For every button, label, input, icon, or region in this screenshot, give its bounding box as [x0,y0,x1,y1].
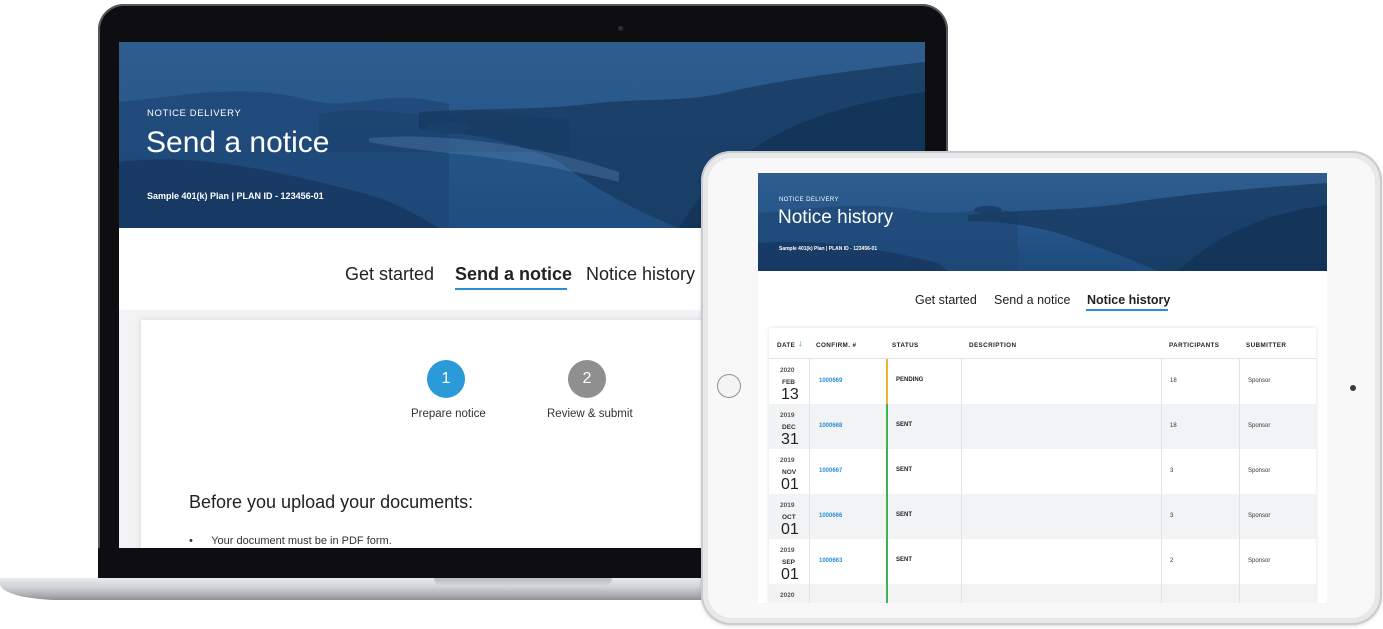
row-month: SEP [782,559,796,566]
tab-get-started[interactable]: Get started [345,264,434,285]
table-row[interactable]: 2020 FEB 13 1000669 PENDING 18 Sponsor [769,359,1316,404]
notice-history-table: DATE ↓ CONFIRM. # STATUS DESCRIPTION PAR… [769,328,1316,603]
plan-info: Sample 401(k) Plan | PLAN ID - 123456-01 [147,191,324,201]
tab-notice-history[interactable]: Notice history [1087,293,1170,307]
column-divider [961,358,962,603]
status-label: SENT [896,467,913,473]
column-divider [809,358,810,603]
row-day: 13 [781,386,799,403]
confirm-link[interactable]: 1000669 [819,378,842,384]
table-row[interactable]: 2020Sponsor [769,584,1316,603]
status-label: PENDING [896,377,924,383]
hero-eyebrow: NOTICE DELIVERY [779,197,839,203]
row-day: 01 [781,566,799,583]
status-label: SENT [896,422,913,428]
column-header-description[interactable]: DESCRIPTION [969,342,1016,349]
requirement-list-item: • Your document must be in PDF form. [189,535,392,547]
status-indicator [886,494,888,539]
requirement-text: Your document must be in PDF form. [211,535,392,547]
page-title: Send a notice [146,126,330,159]
upload-heading: Before you upload your documents: [189,492,474,512]
participants-cell: 3 [1170,468,1174,474]
participants-cell: 18 [1170,378,1177,384]
tablet-screen: NOTICE DELIVERY Notice history Sample 40… [758,173,1327,603]
row-day: 01 [781,476,799,493]
row-month: OCT [782,514,796,521]
row-year: 2019 [780,547,795,554]
submitter-cell: Sponsor [1248,468,1271,474]
plan-info: Sample 401(k) Plan | PLAN ID - 123456-01 [779,246,878,252]
table-row[interactable]: 2019 OCT 01 1000666 SENT 3 Sponsor [769,494,1316,539]
participants-cell: 2 [1170,558,1174,564]
hero-eyebrow: NOTICE DELIVERY [147,108,242,119]
column-header-participants[interactable]: PARTICIPANTS [1169,342,1219,349]
submitter-cell: Sponsor [1248,423,1271,429]
status-indicator [886,449,888,494]
tab-get-started[interactable]: Get started [915,293,977,307]
row-month: DEC [782,424,796,431]
row-month: FEB [782,379,795,386]
status-indicator [886,404,888,449]
row-day: 01 [781,521,799,538]
table-row[interactable]: 2019 SEP 01 1000663 SENT 2 Sponsor [769,539,1316,584]
row-month: NOV [782,469,797,476]
row-day: 31 [781,431,799,448]
confirm-link[interactable]: 1000663 [819,558,842,564]
column-header-date[interactable]: DATE [777,342,795,349]
row-year: 2019 [780,457,795,464]
laptop-camera [618,26,623,31]
confirm-link[interactable]: 1000668 [819,423,842,429]
column-header-submitter[interactable]: SUBMITTER [1246,342,1286,349]
row-year: 2020 [780,592,795,599]
status-indicator [886,584,888,603]
status-label: SENT [896,557,913,563]
step-2-label: Review & submit [547,408,633,420]
status-label: SENT [896,512,913,518]
laptop-opening-notch [434,578,612,586]
status-indicator [886,359,888,404]
submitter-cell: Sponsor [1248,513,1271,519]
step-2-indicator[interactable]: 2 [568,360,606,398]
tab-send-a-notice[interactable]: Send a notice [994,293,1070,307]
participants-cell: 3 [1170,513,1174,519]
arrow-down-icon[interactable]: ↓ [798,338,803,348]
step-1-indicator[interactable]: 1 [427,360,465,398]
page-title: Notice history [778,207,894,228]
tablet-camera [1350,385,1356,391]
active-tab-indicator [455,288,567,290]
tab-send-a-notice[interactable]: Send a notice [455,264,572,285]
active-tab-indicator [1086,309,1168,311]
confirm-link[interactable]: 1000666 [819,513,842,519]
table-row[interactable]: 2019 DEC 31 1000668 SENT 18 Sponsor [769,404,1316,449]
column-divider [1239,358,1240,603]
hero-banner: NOTICE DELIVERY Notice history Sample 40… [758,173,1327,271]
row-year: 2019 [780,502,795,509]
row-year: 2019 [780,412,795,419]
submitter-cell: Sponsor [1248,558,1271,564]
table-row[interactable]: 2019 NOV 01 1000667 SENT 3 Sponsor [769,449,1316,494]
participants-cell: 18 [1170,423,1177,429]
column-divider [1161,358,1162,603]
confirm-link[interactable]: 1000667 [819,468,842,474]
home-button [717,374,741,398]
status-indicator [886,539,888,584]
column-header-status[interactable]: STATUS [892,342,919,349]
column-header-confirm[interactable]: CONFIRM. # [816,342,856,349]
step-1-label: Prepare notice [411,408,486,420]
row-year: 2020 [780,367,795,374]
tab-notice-history[interactable]: Notice history [586,264,695,285]
submitter-cell: Sponsor [1248,378,1271,384]
